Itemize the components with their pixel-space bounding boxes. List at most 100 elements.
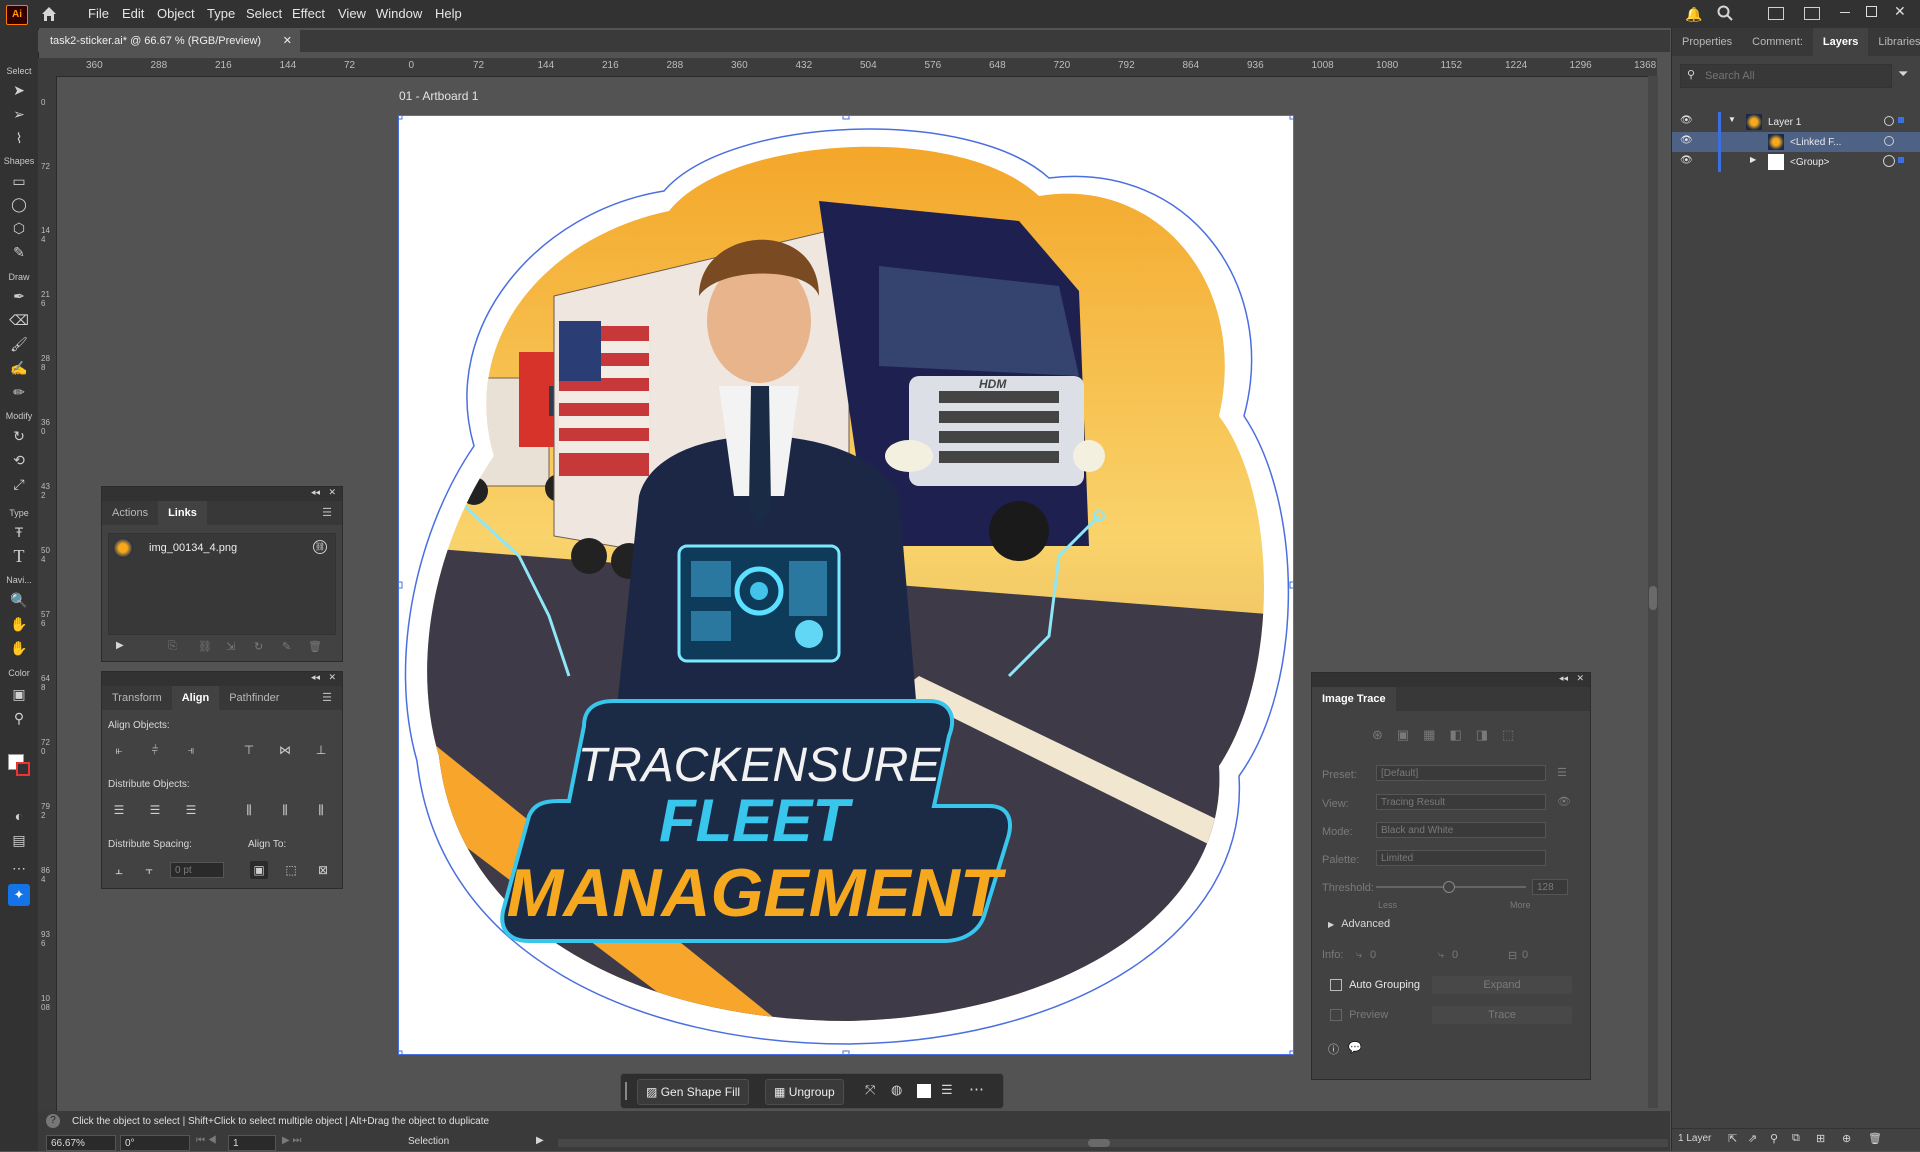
mode-select[interactable]: Black and White	[1376, 822, 1546, 838]
screen-mode-icon[interactable]: ▤	[9, 830, 29, 850]
gen-shape-fill-button[interactable]: ▨ Gen Shape Fill	[637, 1079, 750, 1105]
stroke-swatch[interactable]	[16, 762, 30, 776]
vertical-spacing-icon[interactable]: ⫠	[110, 861, 128, 879]
target-icon[interactable]	[1883, 155, 1895, 167]
polygon-tool-icon[interactable]: ⬡	[9, 218, 29, 238]
ellipse-tool-icon[interactable]: ◯	[9, 194, 29, 214]
rectangle-tool-icon[interactable]: ▭	[9, 171, 29, 191]
home-icon[interactable]	[40, 5, 58, 23]
distribute-bottom-icon[interactable]: ☰	[182, 801, 200, 819]
menu-window[interactable]: Window	[376, 6, 422, 21]
blob-brush-tool-icon[interactable]: ✍	[9, 358, 29, 378]
artboard-number-select[interactable]: 1	[228, 1135, 276, 1151]
layer-row-linked-file[interactable]: 👁 <Linked F...	[1672, 132, 1920, 152]
update-link-icon[interactable]: ↻	[254, 640, 263, 653]
distribute-hcenter-icon[interactable]: ⫼	[276, 801, 294, 819]
visibility-eye-icon[interactable]: 👁	[1680, 115, 1693, 126]
canvas-vertical-scrollbar[interactable]	[1648, 76, 1658, 1108]
menu-file[interactable]: File	[88, 6, 109, 21]
bell-icon[interactable]: 🔔	[1685, 6, 1702, 23]
artboard[interactable]: HDM TRACKENSURE FLEET MANAGEMENT	[395, 112, 1297, 1058]
target-icon[interactable]	[1884, 116, 1894, 126]
more-options-icon[interactable]: ⋯	[969, 1080, 984, 1098]
new-layer-icon[interactable]: ⊕	[1842, 1132, 1851, 1145]
workspace-icon[interactable]	[1804, 7, 1820, 20]
draw-mode-icon[interactable]: ◐	[9, 806, 29, 826]
touch-type-tool-icon[interactable]: Ŧ	[9, 522, 29, 542]
distribute-left-icon[interactable]: ⫼	[240, 801, 258, 819]
shaper-tool-icon[interactable]: ✎	[9, 242, 29, 262]
hscroll-thumb[interactable]	[1088, 1139, 1110, 1147]
align-menu-icon[interactable]: ☰	[941, 1082, 953, 1098]
more-tools-icon[interactable]: ⋯	[9, 858, 29, 878]
tab-align[interactable]: Align	[171, 686, 220, 710]
layer-row-group[interactable]: 👁 ▶ <Group>	[1672, 152, 1920, 172]
locate-object-icon[interactable]: ⚲	[1770, 1132, 1778, 1145]
collapse-panel-icon[interactable]: ◂◂	[311, 487, 320, 498]
horizontal-spacing-icon[interactable]: ⫟	[140, 861, 158, 879]
target-icon[interactable]	[1884, 136, 1894, 146]
first-artboard-icon[interactable]: ⏮ ◀	[196, 1135, 217, 1146]
align-to-key-object-icon[interactable]: ▣	[250, 861, 268, 879]
goto-link-icon[interactable]: ⛓	[198, 640, 212, 653]
width-tool-icon[interactable]: ⟲	[9, 450, 29, 470]
pencil-tool-icon[interactable]: ✏	[9, 382, 29, 402]
distribute-vcenter-icon[interactable]: ☰	[146, 801, 164, 819]
tab-layers[interactable]: Layers	[1812, 28, 1869, 56]
align-to-selection-icon[interactable]: ⬚	[282, 861, 300, 879]
align-to-artboard-icon[interactable]: ⊠	[314, 861, 332, 879]
preset-menu-icon[interactable]: ☰	[1557, 766, 1567, 779]
threshold-input[interactable]: 128	[1532, 879, 1568, 895]
align-bottom-icon[interactable]: ⊥	[312, 741, 330, 759]
menu-help[interactable]: Help	[435, 6, 462, 21]
preview-checkbox[interactable]: Preview	[1330, 1009, 1388, 1022]
eyedropper-tool-icon[interactable]: ⚲	[9, 708, 29, 728]
menu-select[interactable]: Select	[246, 6, 282, 21]
selection-indicator[interactable]	[1898, 157, 1904, 163]
sticker-artwork[interactable]: HDM TRACKENSURE FLEET MANAGEMENT	[395, 112, 1297, 1058]
align-right-icon[interactable]: ⫣	[182, 741, 200, 759]
new-sublayer-icon[interactable]: ⊞	[1816, 1132, 1825, 1145]
recolor-icon[interactable]: ◍	[891, 1082, 902, 1098]
tab-image-trace[interactable]: Image Trace	[1312, 687, 1396, 711]
chevron-right-icon[interactable]: ▶	[1750, 155, 1756, 164]
align-left-icon[interactable]: ⫦	[110, 741, 128, 759]
eraser-tool-icon[interactable]: ⌫	[9, 310, 29, 330]
comment-icon[interactable]: 💬	[1348, 1041, 1362, 1054]
direct-selection-tool-icon[interactable]: ➢	[9, 104, 29, 124]
link-item[interactable]: img_00134_4.png ⛓	[109, 536, 335, 560]
help-icon[interactable]: ?	[46, 1114, 60, 1128]
distribute-right-icon[interactable]: ⫼	[312, 801, 330, 819]
preset-select[interactable]: [Default]	[1376, 765, 1546, 781]
align-vcenter-icon[interactable]: ⋈	[276, 741, 294, 759]
tab-transform[interactable]: Transform	[102, 686, 172, 710]
layer-row-layer1[interactable]: 👁 ▼ Layer 1	[1672, 112, 1920, 132]
tab-properties[interactable]: Properties	[1672, 28, 1742, 56]
view-select[interactable]: Tracing Result	[1376, 794, 1546, 810]
generative-tool-icon[interactable]: ✦	[8, 884, 30, 906]
rotate-tool-icon[interactable]: ↻	[9, 426, 29, 446]
layers-search-input[interactable]	[1703, 67, 1887, 85]
ungroup-button[interactable]: ▦ Ungroup	[765, 1079, 844, 1105]
menu-type[interactable]: Type	[207, 6, 235, 21]
delete-layer-icon[interactable]: 🗑	[1868, 1132, 1882, 1145]
trace-button[interactable]: Trace	[1432, 1006, 1572, 1024]
selection-indicator[interactable]	[1898, 117, 1904, 123]
zoom-tool-icon[interactable]: 🔍	[9, 590, 29, 610]
spacing-input[interactable]: 0 pt	[170, 862, 224, 878]
eye-icon[interactable]: 👁	[1557, 795, 1571, 808]
lasso-tool-icon[interactable]: ⌇	[9, 128, 29, 148]
rotation-select[interactable]: 0°	[120, 1135, 190, 1151]
selection-tool-icon[interactable]: ➤	[9, 80, 29, 100]
chevron-down-icon[interactable]: ▼	[1728, 115, 1736, 124]
collapse-panel-icon[interactable]: ◂◂	[1559, 673, 1568, 684]
threshold-slider[interactable]	[1376, 881, 1526, 893]
advanced-toggle[interactable]: ▶ Advanced	[1328, 918, 1390, 930]
align-hcenter-icon[interactable]: ⫩	[146, 741, 164, 759]
clipping-mask-icon[interactable]: ⧉	[1792, 1132, 1800, 1145]
collect-export-icon[interactable]: ⇗	[1748, 1132, 1757, 1145]
menu-view[interactable]: View	[338, 6, 366, 21]
panel-menu-icon[interactable]: ☰	[312, 686, 342, 710]
rotate-view-tool-icon[interactable]: ✋	[9, 638, 29, 658]
embed-icon[interactable]: ⇲	[226, 640, 235, 653]
